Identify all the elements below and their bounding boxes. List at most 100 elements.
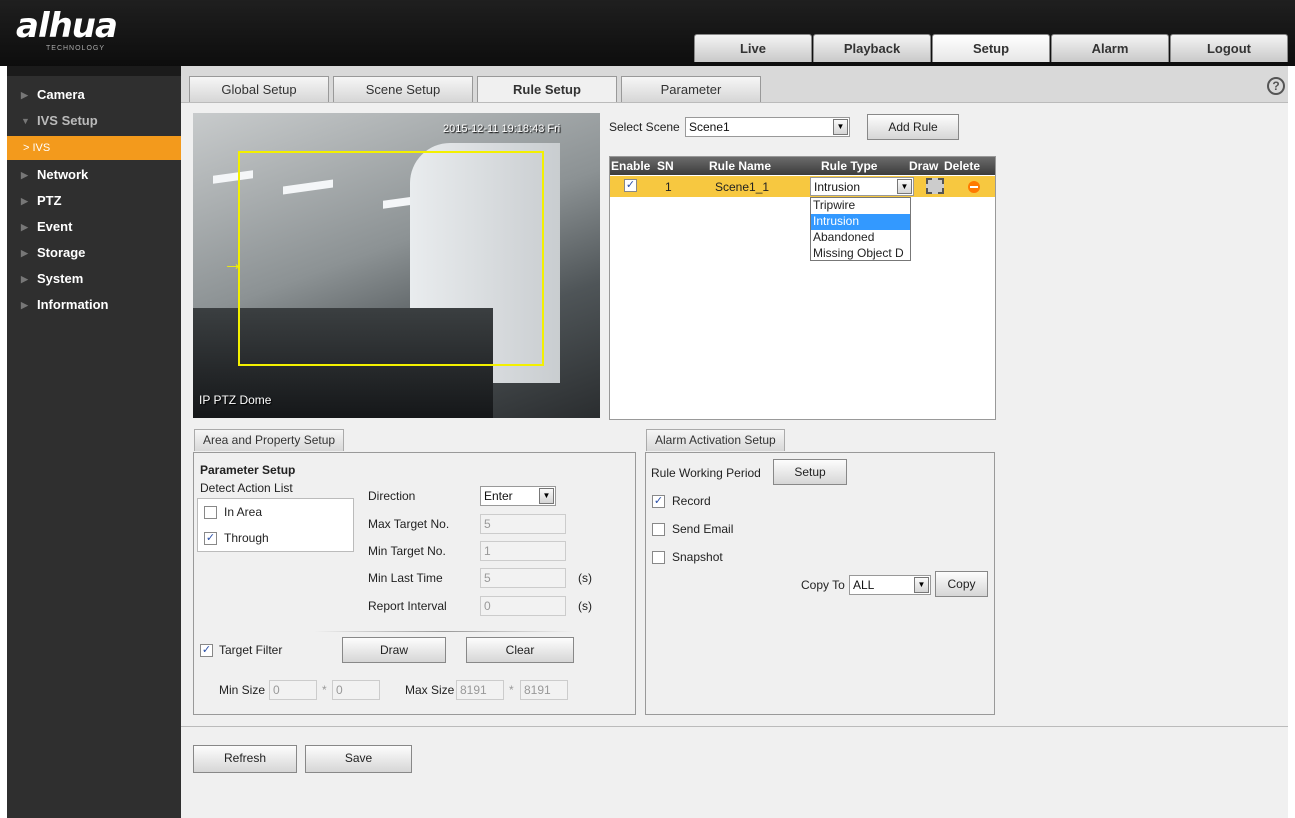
draw-icon[interactable]	[926, 178, 944, 194]
menu-ptz[interactable]: ▶ PTZ	[7, 188, 181, 214]
record-checkbox[interactable]: ✓	[652, 495, 665, 508]
max-size-height-input[interactable]: 8191	[520, 680, 568, 700]
chevron-right-icon: ▶	[21, 300, 28, 310]
add-rule-button[interactable]: Add Rule	[867, 114, 959, 140]
menu-information[interactable]: ▶ Information	[7, 292, 181, 318]
min-target-input[interactable]: 1	[480, 541, 566, 561]
in-area-checkbox[interactable]	[204, 506, 217, 519]
max-target-label: Max Target No.	[368, 517, 450, 531]
min-target-label: Min Target No.	[368, 544, 446, 558]
unit-seconds: (s)	[578, 599, 592, 613]
scene-select-value: Scene1	[689, 120, 730, 134]
min-size-width-input[interactable]: 0	[269, 680, 317, 700]
times-sign: *	[509, 683, 514, 697]
chevron-down-icon: ▼	[539, 488, 554, 504]
snapshot-label: Snapshot	[672, 550, 723, 564]
content-area: Global Setup Scene Setup Rule Setup Para…	[181, 66, 1288, 818]
option-tripwire[interactable]: Tripwire	[811, 198, 910, 214]
working-period-setup-button[interactable]: Setup	[773, 459, 847, 485]
direction-arrow-icon: →	[223, 253, 243, 275]
min-size-height-input[interactable]: 0	[332, 680, 380, 700]
tab-parameter[interactable]: Parameter	[621, 76, 761, 103]
rule-name: Scene1_1	[715, 180, 770, 194]
nav-setup[interactable]: Setup	[932, 34, 1050, 62]
option-missing-object[interactable]: Missing Object D	[811, 246, 910, 262]
scene-select[interactable]: Scene1 ▼	[685, 117, 850, 137]
chevron-down-icon: ▼	[21, 116, 30, 126]
unit-seconds: (s)	[578, 571, 592, 585]
copy-button[interactable]: Copy	[935, 571, 988, 597]
through-checkbox[interactable]: ✓	[204, 532, 217, 545]
chevron-right-icon: ▶	[21, 170, 28, 180]
option-intrusion[interactable]: Intrusion	[811, 214, 910, 230]
target-filter-checkbox[interactable]: ✓	[200, 644, 213, 657]
menu-ivs[interactable]: > IVS	[7, 136, 181, 160]
chevron-right-icon: ▶	[21, 274, 28, 284]
rule-type-dropdown-list: Tripwire Intrusion Abandoned Missing Obj…	[810, 197, 911, 261]
nav-playback[interactable]: Playback	[813, 34, 931, 62]
logo-subtitle: TECHNOLOGY	[46, 45, 106, 52]
menu-storage-label: Storage	[37, 245, 86, 260]
option-abandoned[interactable]: Abandoned	[811, 230, 910, 246]
detect-action-list-label: Detect Action List	[200, 481, 293, 495]
nav-alarm[interactable]: Alarm	[1051, 34, 1169, 62]
nav-live[interactable]: Live	[694, 34, 812, 62]
save-button[interactable]: Save	[305, 745, 412, 773]
record-label: Record	[672, 494, 711, 508]
menu-event[interactable]: ▶ Event	[7, 214, 181, 240]
menu-event-label: Event	[37, 219, 73, 234]
left-menu: ▶ Camera ▼ IVS Setup > IVS ▶ Network ▶ PTZ ▶…	[7, 66, 181, 818]
col-delete: Delete	[944, 159, 981, 173]
chevron-right-icon: ▶	[21, 196, 28, 206]
rule-type-select[interactable]: Intrusion ▼	[810, 177, 914, 196]
refresh-button[interactable]: Refresh	[193, 745, 297, 773]
max-size-width-input[interactable]: 8191	[456, 680, 504, 700]
delete-icon[interactable]	[968, 181, 980, 193]
rule-type-value: Intrusion	[814, 180, 861, 194]
menu-camera[interactable]: ▶ Camera	[7, 82, 181, 108]
max-target-input[interactable]: 5	[480, 514, 566, 534]
col-enable: Enable	[611, 159, 651, 173]
tab-rule-setup[interactable]: Rule Setup	[477, 76, 617, 104]
rule-region-rect[interactable]	[238, 151, 544, 366]
video-timestamp: 2015-12-11 19:18:43 Fri	[443, 123, 561, 135]
min-last-time-input[interactable]: 5	[480, 568, 566, 588]
menu-ptz-label: PTZ	[37, 193, 62, 208]
video-preview[interactable]: → 2015-12-11 19:18:43 Fri IP PTZ Dome	[193, 113, 600, 418]
direction-select[interactable]: Enter ▼	[480, 486, 556, 506]
nav-logout[interactable]: Logout	[1170, 34, 1288, 62]
menu-network[interactable]: ▶ Network	[7, 162, 181, 188]
draw-button[interactable]: Draw	[342, 637, 446, 663]
alarm-activation-panel: Rule Working Period Setup ✓ Record Send …	[645, 452, 995, 715]
alarm-activation-tab[interactable]: Alarm Activation Setup	[646, 429, 785, 451]
rule-setup-panel: → 2015-12-11 19:18:43 Fri IP PTZ Dome Se…	[181, 102, 1288, 726]
help-icon[interactable]: ?	[1267, 77, 1285, 95]
menu-ivs-setup-label: IVS Setup	[37, 113, 98, 128]
col-rule-name: Rule Name	[709, 159, 772, 173]
menu-ivs-setup[interactable]: ▼ IVS Setup	[7, 108, 181, 134]
menu-storage[interactable]: ▶ Storage	[7, 240, 181, 266]
chevron-down-icon: ▼	[914, 577, 929, 593]
select-scene-label: Select Scene	[609, 120, 680, 134]
snapshot-checkbox[interactable]	[652, 551, 665, 564]
copy-to-value: ALL	[853, 578, 875, 592]
rule-sn: 1	[665, 180, 672, 194]
report-interval-input[interactable]: 0	[480, 596, 566, 616]
chevron-down-icon: ▼	[897, 179, 912, 194]
in-area-label: In Area	[224, 505, 263, 519]
tab-scene-setup[interactable]: Scene Setup	[333, 76, 473, 103]
area-property-tab[interactable]: Area and Property Setup	[194, 429, 345, 451]
clear-button[interactable]: Clear	[466, 637, 574, 663]
report-interval-label: Report Interval	[368, 599, 447, 613]
max-size-label: Max Size	[405, 683, 455, 697]
min-size-label: Min Size	[219, 683, 266, 697]
rule-enable-checkbox[interactable]: ✓	[624, 179, 637, 192]
copy-to-label: Copy To	[801, 578, 845, 592]
table-row[interactable]: ✓ 1 Scene1_1 Intrusion ▼	[610, 176, 995, 197]
video-camera-name: IP PTZ Dome	[199, 393, 272, 407]
copy-to-select[interactable]: ALL ▼	[849, 575, 931, 595]
send-email-checkbox[interactable]	[652, 523, 665, 536]
detect-action-list: In Area ✓ Through	[197, 498, 354, 552]
tab-global-setup[interactable]: Global Setup	[189, 76, 329, 103]
menu-system[interactable]: ▶ System	[7, 266, 181, 292]
